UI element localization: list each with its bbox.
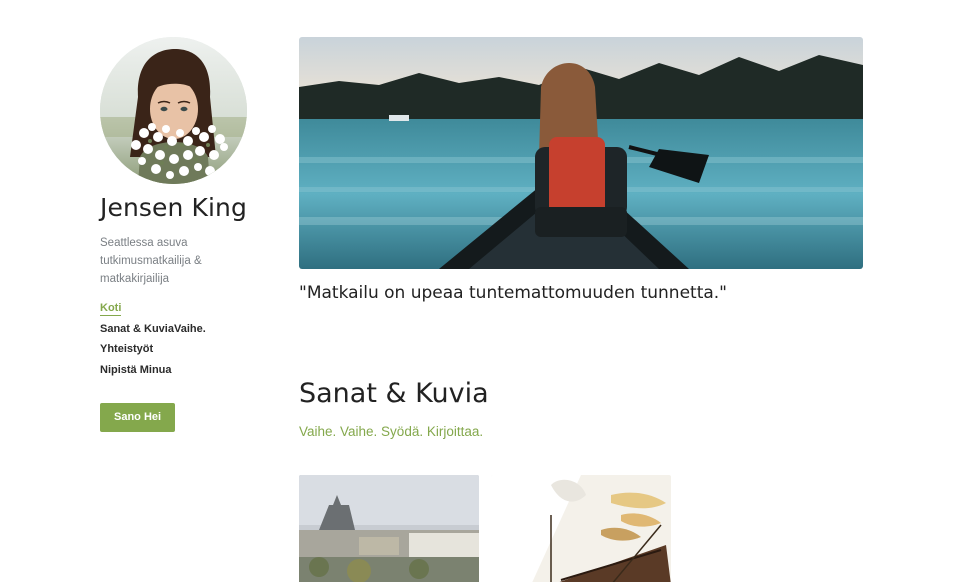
post-thumbnail[interactable] xyxy=(491,475,671,582)
nav-item-home[interactable]: Koti xyxy=(100,298,260,319)
section-subtitle: Vaihe. Vaihe. Syödä. Kirjoittaa. xyxy=(299,424,484,439)
hero-image xyxy=(299,37,863,269)
hero-quote: "Matkailu on upeaa tuntemattomuuden tunn… xyxy=(299,283,728,303)
post-thumbnail[interactable] xyxy=(299,475,479,582)
nav-item-contact[interactable]: Nipistä Minua xyxy=(100,360,260,381)
avatar[interactable] xyxy=(100,37,247,184)
say-hello-button[interactable]: Sano Hei xyxy=(100,403,176,432)
section-title: Sanat & Kuvia xyxy=(299,378,489,409)
sidebar-nav: Koti Sanat & KuviaVaihe. Yhteistyöt Nipi… xyxy=(100,298,260,380)
page: Jensen King Seattlessa asuva tutkimusmat… xyxy=(0,0,968,582)
profile-bio: Seattlessa asuva tutkimusmatkailija & ma… xyxy=(100,237,202,285)
nav-item-words-images[interactable]: Sanat & KuviaVaihe. xyxy=(100,319,260,340)
nav-item-label: Koti xyxy=(100,302,122,316)
profile-name: Jensen King xyxy=(100,193,247,222)
sidebar: Jensen King Seattlessa asuva tutkimusmat… xyxy=(100,37,260,432)
nav-item-collaborations[interactable]: Yhteistyöt xyxy=(100,339,260,360)
